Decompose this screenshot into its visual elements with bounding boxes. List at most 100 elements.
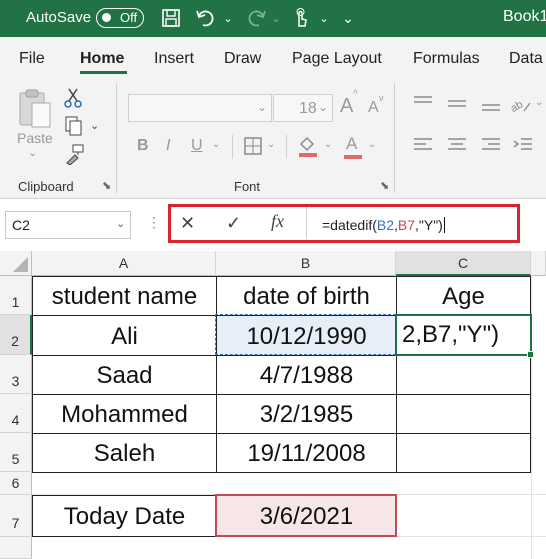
- save-icon[interactable]: [160, 7, 182, 29]
- enter-button[interactable]: ✓: [226, 213, 241, 234]
- align-middle-icon[interactable]: [446, 94, 468, 114]
- formula-separator: [306, 207, 307, 239]
- row-header-7[interactable]: 7: [0, 495, 32, 537]
- select-all-corner[interactable]: [0, 251, 32, 276]
- cell-a1[interactable]: student name: [32, 276, 217, 316]
- cell-a4[interactable]: Mohammed: [32, 394, 217, 434]
- cell-c4[interactable]: [396, 394, 531, 434]
- cell-a5[interactable]: Saleh: [32, 433, 217, 473]
- active-tab-indicator: [80, 71, 127, 74]
- cancel-button[interactable]: ✕: [180, 213, 195, 234]
- cell-a2[interactable]: Ali: [32, 315, 217, 356]
- paste-icon[interactable]: [16, 87, 54, 128]
- tab-formulas[interactable]: Formulas: [413, 50, 480, 68]
- column-header-c[interactable]: C: [396, 251, 531, 276]
- font-color-swatch: [344, 155, 362, 159]
- align-top-icon[interactable]: [412, 94, 434, 114]
- copy-dropdown-icon[interactable]: ⌄: [90, 119, 99, 132]
- cell-c1[interactable]: Age: [396, 276, 531, 316]
- formula-input[interactable]: =datedif(B2,B7,"Y"): [322, 217, 445, 233]
- undo-icon[interactable]: [194, 7, 218, 29]
- shrink-font-icon[interactable]: A: [368, 99, 379, 117]
- format-painter-icon[interactable]: [63, 143, 85, 166]
- font-name-dropdown[interactable]: ⌄: [128, 94, 272, 122]
- row-header-4[interactable]: 4: [0, 394, 32, 433]
- align-right-icon[interactable]: [480, 135, 502, 155]
- tab-file[interactable]: File: [19, 50, 45, 68]
- undo-dropdown-icon[interactable]: ⌄: [222, 7, 234, 29]
- grow-font-icon[interactable]: A: [340, 95, 353, 118]
- cell-b5[interactable]: 19/11/2008: [216, 433, 397, 473]
- borders-icon[interactable]: [243, 136, 263, 156]
- column-header-b[interactable]: B: [216, 251, 396, 276]
- autosave-state: Off: [120, 10, 138, 25]
- customize-qat-icon[interactable]: ⌄: [340, 7, 356, 29]
- redo-icon: [244, 7, 268, 29]
- cut-icon[interactable]: [63, 87, 83, 109]
- cell-a7[interactable]: Today Date: [32, 495, 217, 537]
- underline-button[interactable]: U: [191, 137, 203, 155]
- borders-dropdown-icon[interactable]: ⌄: [267, 139, 275, 150]
- fill-handle[interactable]: [527, 351, 534, 358]
- formula-ref-b2: B2: [376, 217, 394, 233]
- workbook-title: Book1: [503, 8, 546, 25]
- name-box[interactable]: C2: [5, 211, 131, 239]
- formula-bar-grip-icon: ⋮: [147, 214, 161, 230]
- row-header-1[interactable]: 1: [0, 276, 32, 315]
- tab-home[interactable]: Home: [80, 50, 124, 68]
- font-color-letter: A: [346, 134, 358, 153]
- cell-c2-editing-text: 2,B7,"Y"): [402, 321, 500, 348]
- align-left-icon[interactable]: [412, 135, 434, 155]
- tab-page-layout[interactable]: Page Layout: [292, 50, 382, 68]
- font-launcher-icon[interactable]: ⬊: [380, 179, 389, 192]
- orientation-icon[interactable]: ab: [508, 93, 532, 115]
- fill-color-dropdown-icon[interactable]: ⌄: [324, 139, 332, 150]
- row-header-6[interactable]: 6: [0, 472, 32, 495]
- autosave-toggle[interactable]: Off: [96, 8, 144, 28]
- fill-color-icon[interactable]: [296, 134, 320, 158]
- touch-mode-icon[interactable]: [290, 7, 312, 29]
- b7-reference-outline: [215, 494, 397, 537]
- tab-draw[interactable]: Draw: [224, 50, 261, 68]
- autosave-label: AutoSave: [26, 9, 92, 26]
- row-header-3[interactable]: 3: [0, 355, 32, 394]
- clipboard-launcher-icon[interactable]: ⬊: [102, 179, 111, 192]
- font-color-dropdown-icon[interactable]: ⌄: [368, 139, 376, 150]
- align-bottom-icon[interactable]: [480, 94, 502, 114]
- active-cell-c2[interactable]: 2,B7,"Y"): [395, 314, 532, 356]
- underline-dropdown-icon[interactable]: ⌄: [212, 139, 220, 150]
- row-header-8[interactable]: [0, 537, 32, 559]
- font-color-icon[interactable]: A: [343, 134, 363, 160]
- orientation-dropdown-icon[interactable]: ⌄: [535, 97, 543, 108]
- column-header-d[interactable]: [531, 251, 546, 276]
- group-separator: [116, 83, 117, 193]
- ribbon-tabs: File Home Insert Draw Page Layout Formul…: [0, 37, 546, 77]
- tab-data[interactable]: Data: [509, 50, 543, 68]
- copy-icon[interactable]: [63, 115, 85, 137]
- row-header-2[interactable]: 2: [0, 315, 32, 355]
- insert-function-button[interactable]: fx: [271, 211, 284, 232]
- shrink-caret-icon: v: [379, 93, 384, 103]
- cell-c3[interactable]: [396, 355, 531, 395]
- svg-text:ab: ab: [509, 99, 526, 115]
- cell-b3[interactable]: 4/7/1988: [216, 355, 397, 395]
- tab-insert[interactable]: Insert: [154, 50, 194, 68]
- indent-icon[interactable]: [512, 135, 534, 155]
- italic-button[interactable]: I: [166, 137, 170, 155]
- cell-a3[interactable]: Saad: [32, 355, 217, 395]
- align-center-icon[interactable]: [446, 135, 468, 155]
- cell-c5[interactable]: [396, 433, 531, 473]
- redo-dropdown-icon: ⌄: [271, 12, 281, 25]
- paste-dropdown-icon[interactable]: ⌄: [28, 146, 37, 159]
- row-header-5[interactable]: 5: [0, 433, 32, 472]
- touch-dropdown-icon[interactable]: ⌄: [318, 7, 330, 29]
- cell-b4[interactable]: 3/2/1985: [216, 394, 397, 434]
- bold-button[interactable]: B: [137, 137, 149, 155]
- font-size-dropdown[interactable]: 18 ⌄: [273, 94, 333, 122]
- formula-suffix: ,"Y"): [415, 217, 443, 233]
- column-header-a[interactable]: A: [32, 251, 216, 276]
- cell-b1[interactable]: date of birth: [216, 276, 397, 316]
- chevron-down-icon: ⌄: [317, 100, 328, 114]
- ribbon: Paste ⌄ ⌄ Clipboard ⬊ ⌄ 18 ⌄ A ^ A v B I…: [0, 77, 546, 199]
- name-box-dropdown-icon[interactable]: ⌄: [116, 217, 125, 230]
